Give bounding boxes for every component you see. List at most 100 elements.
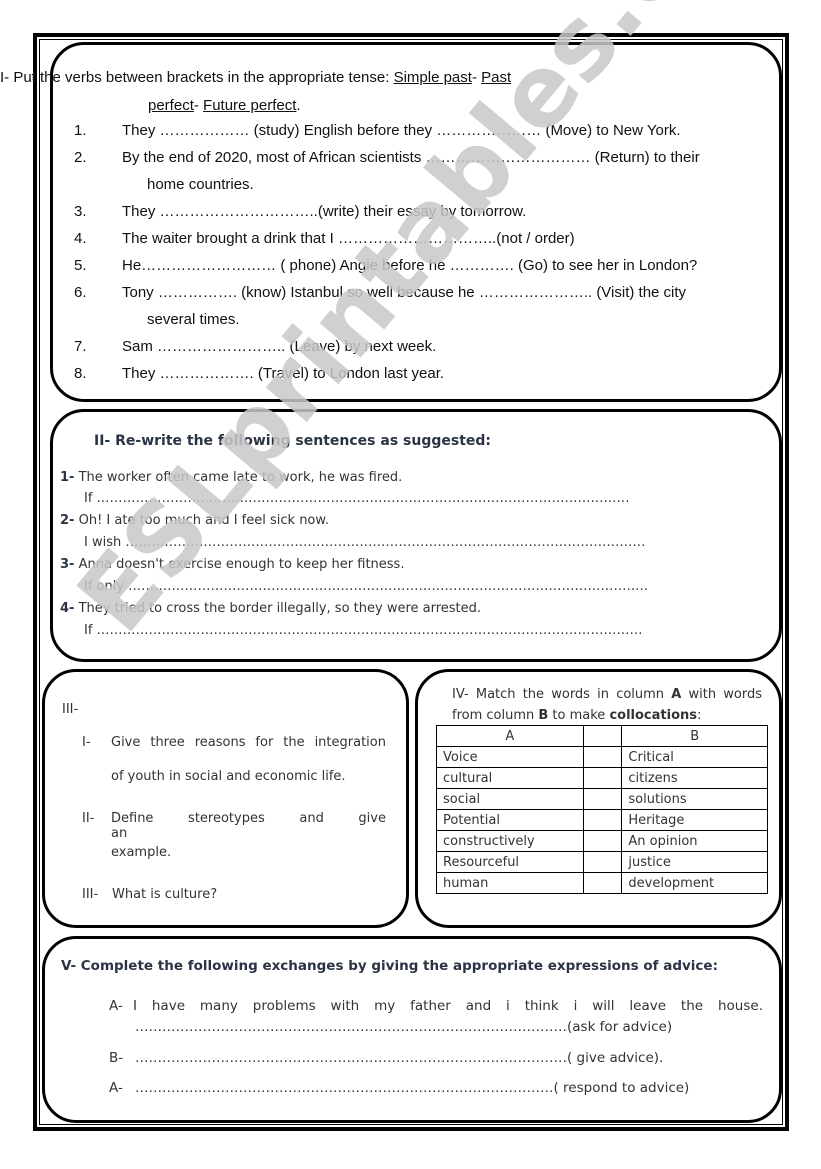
cell-b: An opinion (621, 830, 768, 852)
cell-b: justice (621, 851, 768, 873)
item-number: 1- (60, 470, 75, 485)
cell-match (582, 809, 623, 831)
speaker-label: A- (109, 998, 123, 1014)
cell-b: solutions (621, 788, 768, 810)
section-1-heading: I- Put the verbs between brackets in the… (0, 69, 511, 86)
section-2-heading: II- Re-write the following sentences as … (94, 433, 492, 449)
item-number: 3- (60, 557, 75, 572)
item-number: 4. (74, 230, 87, 247)
collocations-table: A B Voice Critical cultural citizens socia… (436, 725, 768, 894)
item-number: II- (82, 811, 95, 826)
list-item: By the end of 2020, most of African scie… (122, 149, 700, 166)
cell-a: Resourceful (436, 851, 584, 873)
list-item: They ………………. (Travel) to London last yea… (122, 365, 445, 382)
item-number: I- (82, 735, 91, 750)
header-column-match (582, 725, 623, 747)
list-item-cont: home countries. (147, 176, 254, 193)
table-row: Voice Critical (436, 746, 768, 768)
table-row: social solutions (436, 788, 768, 810)
heading-text: to make (548, 708, 610, 723)
section-4-heading: IV- Match the words in column A with wor… (452, 684, 762, 726)
item-number: 4- (60, 601, 75, 616)
list-item-cont: several times. (147, 311, 240, 328)
list-item: 1- The worker often came late to work, h… (60, 470, 402, 485)
cell-a: human (436, 872, 584, 894)
tense-future-perfect: Future perfect (203, 97, 297, 114)
cell-b: Heritage (621, 809, 768, 831)
heading-text: I- Put the verbs between brackets in the… (0, 69, 394, 86)
answer-line: If only ……………………………………………………………………………………… (84, 579, 649, 594)
cell-a: Potential (436, 809, 584, 831)
list-item: 2- Oh! I ate too much and I feel sick no… (60, 513, 329, 528)
section-3-heading: III- (62, 702, 79, 717)
separator: - (193, 97, 204, 114)
answer-line: …………………………………………………………………………………( respond… (135, 1080, 690, 1096)
cell-b: Critical (621, 746, 768, 768)
speaker-label: A- (109, 1080, 123, 1096)
sentence: Oh! I ate too much and I feel sick now. (78, 513, 329, 528)
table-row: human development (436, 872, 768, 894)
answer-line: ……………………………………………………………………………………(ask for… (135, 1019, 673, 1035)
question-text: Define stereotypes and give an (111, 811, 386, 841)
separator: - (471, 69, 482, 86)
question-text-cont: of youth in social and economic life. (111, 769, 346, 784)
section-1-heading-cont: perfect- Future perfect. (148, 97, 301, 114)
header-column-b: B (621, 725, 768, 747)
tense-past-perfect-a: Past (481, 69, 512, 86)
cell-b: citizens (621, 767, 768, 789)
item-number: 6. (74, 284, 87, 301)
cell-a: Voice (436, 746, 584, 768)
item-number: 2. (74, 149, 87, 166)
list-item: The waiter brought a drink that I ………………… (122, 230, 575, 247)
cell-a: cultural (436, 767, 584, 789)
sentence: The worker often came late to work, he w… (78, 470, 403, 485)
cell-match (582, 746, 623, 768)
item-number: 5. (74, 257, 87, 274)
exchange-text: I have many problems with my father and … (133, 998, 763, 1014)
list-item: They …………………………..(write) their essay by … (122, 203, 527, 220)
collocations-word: collocations (609, 708, 697, 723)
section-5-heading: V- Complete the following exchanges by g… (61, 958, 718, 974)
heading-text: IV- Match the words in column (452, 687, 672, 702)
heading-period: . (296, 97, 301, 114)
item-number: III- (82, 887, 99, 902)
list-item: 3- Anna doesn't exercise enough to keep … (60, 557, 404, 572)
list-item: Sam …………………….. (Leave) by next week. (122, 338, 437, 355)
sentence: They tried to cross the border illegally… (78, 601, 482, 616)
list-item: He……………………… ( phone) Angie before he ………… (122, 257, 698, 274)
cell-match (582, 830, 623, 852)
speaker-label: B- (109, 1050, 124, 1066)
answer-line: I wish ………………………………………………………………………………………… (84, 535, 646, 550)
item-number: 3. (74, 203, 87, 220)
cell-b: development (621, 872, 768, 894)
list-item: They ……………… (study) English before they … (122, 122, 681, 139)
column-b-ref: B (538, 708, 549, 723)
cell-match (582, 872, 623, 894)
item-number: 1. (74, 122, 87, 139)
tense-past-perfect-b: perfect (148, 97, 194, 114)
table-row: cultural citizens (436, 767, 768, 789)
question-text-cont: example. (111, 845, 172, 860)
table-row: Resourceful justice (436, 851, 768, 873)
header-column-a: A (436, 725, 584, 747)
question-text: Give three reasons for the integration (111, 735, 386, 750)
item-number: 7. (74, 338, 87, 355)
item-number: 8. (74, 365, 87, 382)
table-row: Potential Heritage (436, 809, 768, 831)
tense-simple-past: Simple past (393, 69, 472, 86)
answer-line: ……………………………………………………………………………………( give a… (135, 1050, 664, 1066)
column-a-ref: A (671, 687, 682, 702)
cell-match (582, 851, 623, 873)
table-header-row: A B (436, 725, 768, 747)
answer-line: If …………………………………………………………………………………………………… (84, 623, 643, 638)
list-item: 4- They tried to cross the border illega… (60, 601, 481, 616)
cell-a: social (436, 788, 584, 810)
cell-match (582, 767, 623, 789)
answer-line: If …………………………………………………………………………………………………… (84, 491, 630, 506)
heading-colon: : (697, 708, 702, 723)
sentence: Anna doesn't exercise enough to keep her… (78, 557, 405, 572)
cell-a: constructively (436, 830, 584, 852)
item-number: 2- (60, 513, 75, 528)
list-item: Tony ……………. (know) Istanbul so well beca… (122, 284, 687, 301)
cell-match (582, 788, 623, 810)
